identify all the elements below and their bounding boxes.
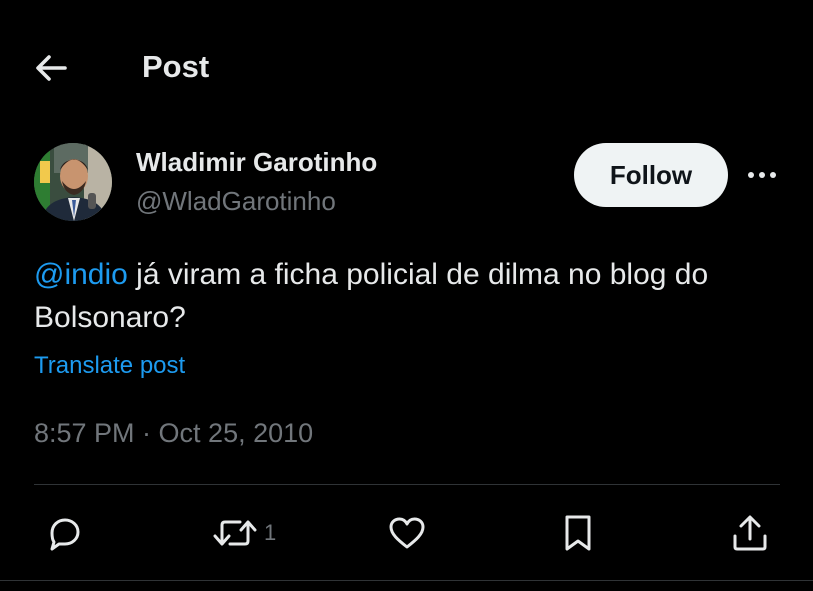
reply-button[interactable] — [44, 512, 84, 554]
bookmark-button[interactable] — [560, 512, 596, 554]
share-button[interactable] — [730, 512, 770, 554]
profile-photo — [34, 143, 112, 221]
post-timestamp[interactable]: 8:57 PM · Oct 25, 2010 — [34, 416, 313, 450]
page-title: Post — [142, 49, 210, 84]
back-button[interactable] — [28, 46, 74, 90]
share-icon — [733, 515, 767, 551]
author-display-name[interactable]: Wladimir Garotinho — [136, 146, 377, 178]
bottom-divider — [0, 580, 813, 581]
post-text: @indio já viram a ficha policial de dilm… — [34, 253, 774, 339]
repost-button[interactable]: 1 — [212, 512, 276, 554]
repost-count: 1 — [264, 520, 277, 545]
post-body: já viram a ficha policial de dilma no bl… — [34, 258, 709, 334]
more-horizontal-icon — [748, 172, 776, 178]
translate-post-link[interactable]: Translate post — [34, 350, 185, 382]
like-button[interactable] — [386, 512, 428, 554]
more-options-button[interactable] — [740, 158, 784, 192]
author-handle[interactable]: @WladGarotinho — [136, 185, 336, 217]
mention-link[interactable]: @indio — [34, 258, 128, 291]
follow-button[interactable]: Follow — [574, 143, 728, 207]
avatar[interactable] — [34, 143, 112, 221]
bookmark-icon — [565, 515, 591, 551]
heart-icon — [389, 517, 425, 549]
top-bar: Post — [0, 0, 813, 130]
arrow-left-icon — [36, 55, 67, 81]
divider — [34, 484, 780, 485]
repost-icon — [213, 520, 257, 546]
reply-icon — [50, 518, 80, 551]
